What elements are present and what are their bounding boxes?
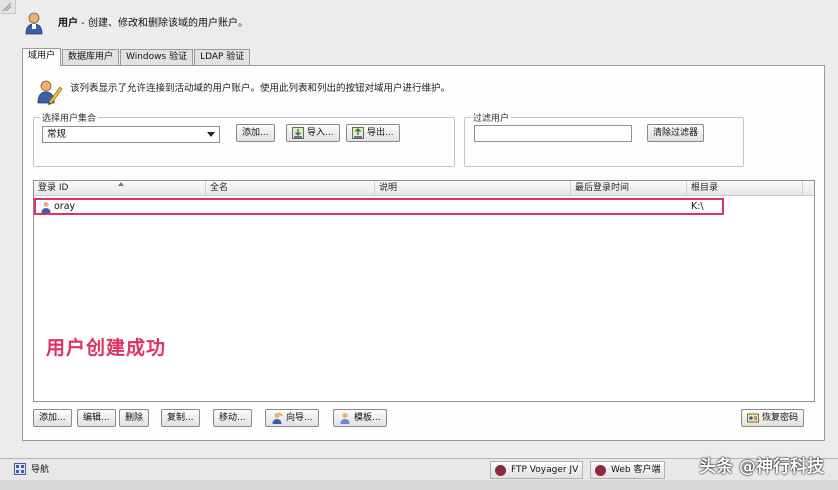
add-user-button[interactable]: 添加... (33, 409, 72, 427)
recover-password-label: 恢复密码 (762, 413, 799, 423)
page-title-rest: - 创建、修改和删除该域的用户账户。 (78, 18, 248, 29)
template-label: 模板... (354, 413, 381, 423)
user-set-group: 选择用户集合 常规 添加... 导入... 导出... (33, 111, 455, 167)
domain-users-panel: 该列表显示了允许连接到活动域的用户账户。使用此列表和列出的按钮对域用户进行维护。… (22, 65, 825, 441)
move-user-button[interactable]: 移动... (213, 409, 252, 427)
users-table[interactable]: 登录 ID 全名 说明 最后登录时间 根目录 oray K:\ 用户创建成功 (33, 180, 815, 402)
clear-filter-button[interactable]: 清除过滤器 (647, 124, 705, 142)
user-icon (22, 10, 48, 39)
nav-label: 导航 (31, 465, 50, 475)
nav-toggle[interactable]: 导航 (14, 462, 49, 475)
page-header: 用户 - 创建、修改和删除该域的用户账户。 (20, 6, 820, 40)
export-label: 导出... (367, 128, 394, 138)
task-web-client[interactable]: Web 客户端 (590, 461, 666, 479)
navigation-icon (14, 462, 26, 475)
add-user-set-button[interactable]: 添加... (236, 124, 275, 142)
clear-filter-label: 清除过滤器 (653, 128, 699, 138)
user-set-select[interactable]: 常规 (42, 126, 220, 143)
tab-database-users[interactable]: 数据库用户 (62, 49, 120, 66)
resize-grip[interactable] (0, 0, 16, 14)
filter-label: 过滤用户 (471, 111, 512, 124)
panel-description: 该列表显示了允许连接到活动域的用户账户。使用此列表和列出的按钮对域用户进行维护。 (70, 83, 451, 94)
col-home-dir[interactable]: 根目录 (687, 181, 803, 196)
annotation-text: 用户创建成功 (46, 337, 167, 359)
task-ftp-voyager-label: FTP Voyager JV (511, 465, 579, 475)
wizard-button[interactable]: 向导... (265, 409, 319, 427)
page-title: 用户 - 创建、修改和删除该域的用户账户。 (58, 14, 248, 29)
template-icon (340, 413, 350, 424)
web-client-icon (595, 465, 606, 476)
edit-user-label: 编辑... (83, 413, 110, 423)
col-description[interactable]: 说明 (375, 181, 571, 196)
copy-user-label: 复制... (167, 413, 194, 423)
tab-ldap-auth[interactable]: LDAP 验证 (194, 49, 251, 66)
user-set-label: 选择用户集合 (40, 111, 99, 124)
export-button[interactable]: 导出... (346, 124, 400, 142)
recover-password-icon (747, 413, 759, 423)
export-icon (352, 127, 364, 139)
col-last-login[interactable]: 最后登录时间 (571, 181, 687, 196)
import-label: 导入... (307, 128, 334, 138)
edit-user-icon (35, 78, 63, 109)
sort-asc-icon (118, 182, 124, 186)
watermark: 头条 @神行科技 (699, 457, 824, 477)
grip-icon (2, 2, 12, 12)
copy-user-button[interactable]: 复制... (161, 409, 200, 427)
user-set-selected: 常规 (47, 129, 67, 140)
import-button[interactable]: 导入... (286, 124, 340, 142)
chevron-down-icon (207, 132, 215, 137)
template-button[interactable]: 模板... (333, 409, 387, 427)
delete-user-button[interactable]: 删除 (119, 409, 150, 427)
move-user-label: 移动... (219, 413, 246, 423)
task-web-client-label: Web 客户端 (611, 465, 661, 475)
import-icon (292, 127, 304, 139)
filter-input[interactable] (474, 125, 632, 142)
col-full-name[interactable]: 全名 (206, 181, 375, 196)
window-bottom-edge (0, 480, 838, 490)
wizard-label: 向导... (286, 413, 313, 423)
row-highlight-box (34, 198, 724, 215)
delete-user-label: 删除 (125, 413, 144, 423)
page-title-strong: 用户 (58, 18, 78, 29)
tab-domain-users[interactable]: 域用户 (22, 48, 62, 66)
add-user-set-label: 添加... (242, 128, 269, 138)
table-header: 登录 ID 全名 说明 最后登录时间 根目录 (34, 181, 814, 196)
recover-password-button[interactable]: 恢复密码 (741, 409, 805, 427)
edit-user-button[interactable]: 编辑... (77, 409, 116, 427)
filter-group: 过滤用户 清除过滤器 (464, 111, 744, 167)
tab-bar: 域用户 数据库用户 Windows 验证 LDAP 验证 (22, 48, 251, 66)
wizard-icon (272, 412, 283, 424)
ftp-voyager-icon (495, 465, 506, 476)
task-ftp-voyager[interactable]: FTP Voyager JV (490, 461, 584, 479)
add-user-label: 添加... (39, 413, 66, 423)
tab-windows-auth[interactable]: Windows 验证 (120, 49, 194, 66)
